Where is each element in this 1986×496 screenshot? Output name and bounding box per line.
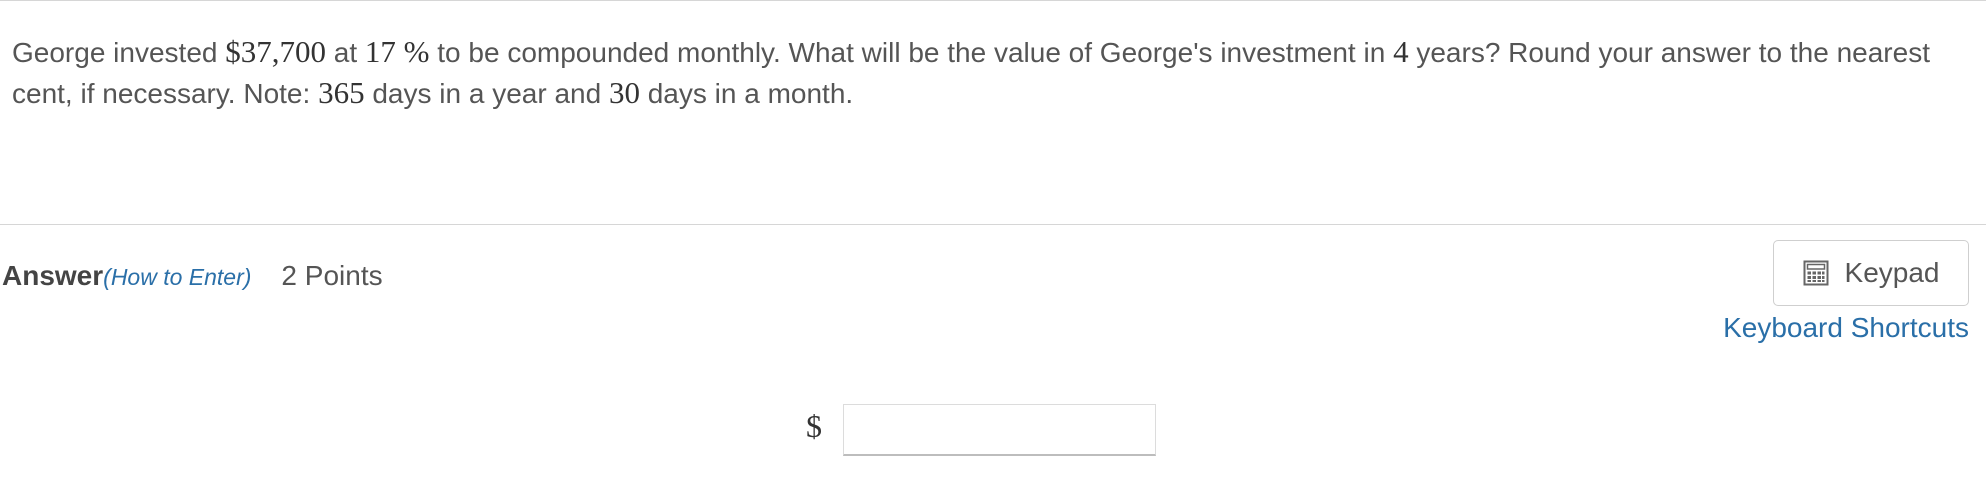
question-text-6: days in a month. [639,78,854,109]
question-text-2: at [326,37,365,68]
question-text-5: days in a year and [364,78,609,109]
keypad-label: Keypad [1844,257,1940,288]
days-in-year: 365 [318,75,365,110]
days-in-month: 30 [608,75,640,110]
top-divider [0,0,1986,1]
section-divider [0,224,1986,225]
question-text-1: George invested [12,37,226,68]
calculator-icon [1803,260,1829,286]
answer-header: Answer (How to Enter) 2 Points [2,256,383,296]
question-text-3: to be compounded monthly. What will be t… [429,37,1394,68]
how-to-enter-link[interactable]: (How to Enter) [103,257,251,297]
question-text: George invested $37,700 at 17 % to be co… [12,32,1972,114]
interest-rate: 17 % [364,34,430,69]
investment-amount: $37,700 [225,34,326,69]
answer-input[interactable] [843,404,1156,456]
points-label: 2 Points [281,260,383,291]
answer-label: Answer [2,260,104,291]
keyboard-shortcuts-link[interactable]: Keyboard Shortcuts [1723,308,1969,348]
years-value: 4 [1393,34,1409,69]
dollar-sign: $ [806,408,822,444]
keypad-button[interactable]: Keypad [1773,240,1969,306]
